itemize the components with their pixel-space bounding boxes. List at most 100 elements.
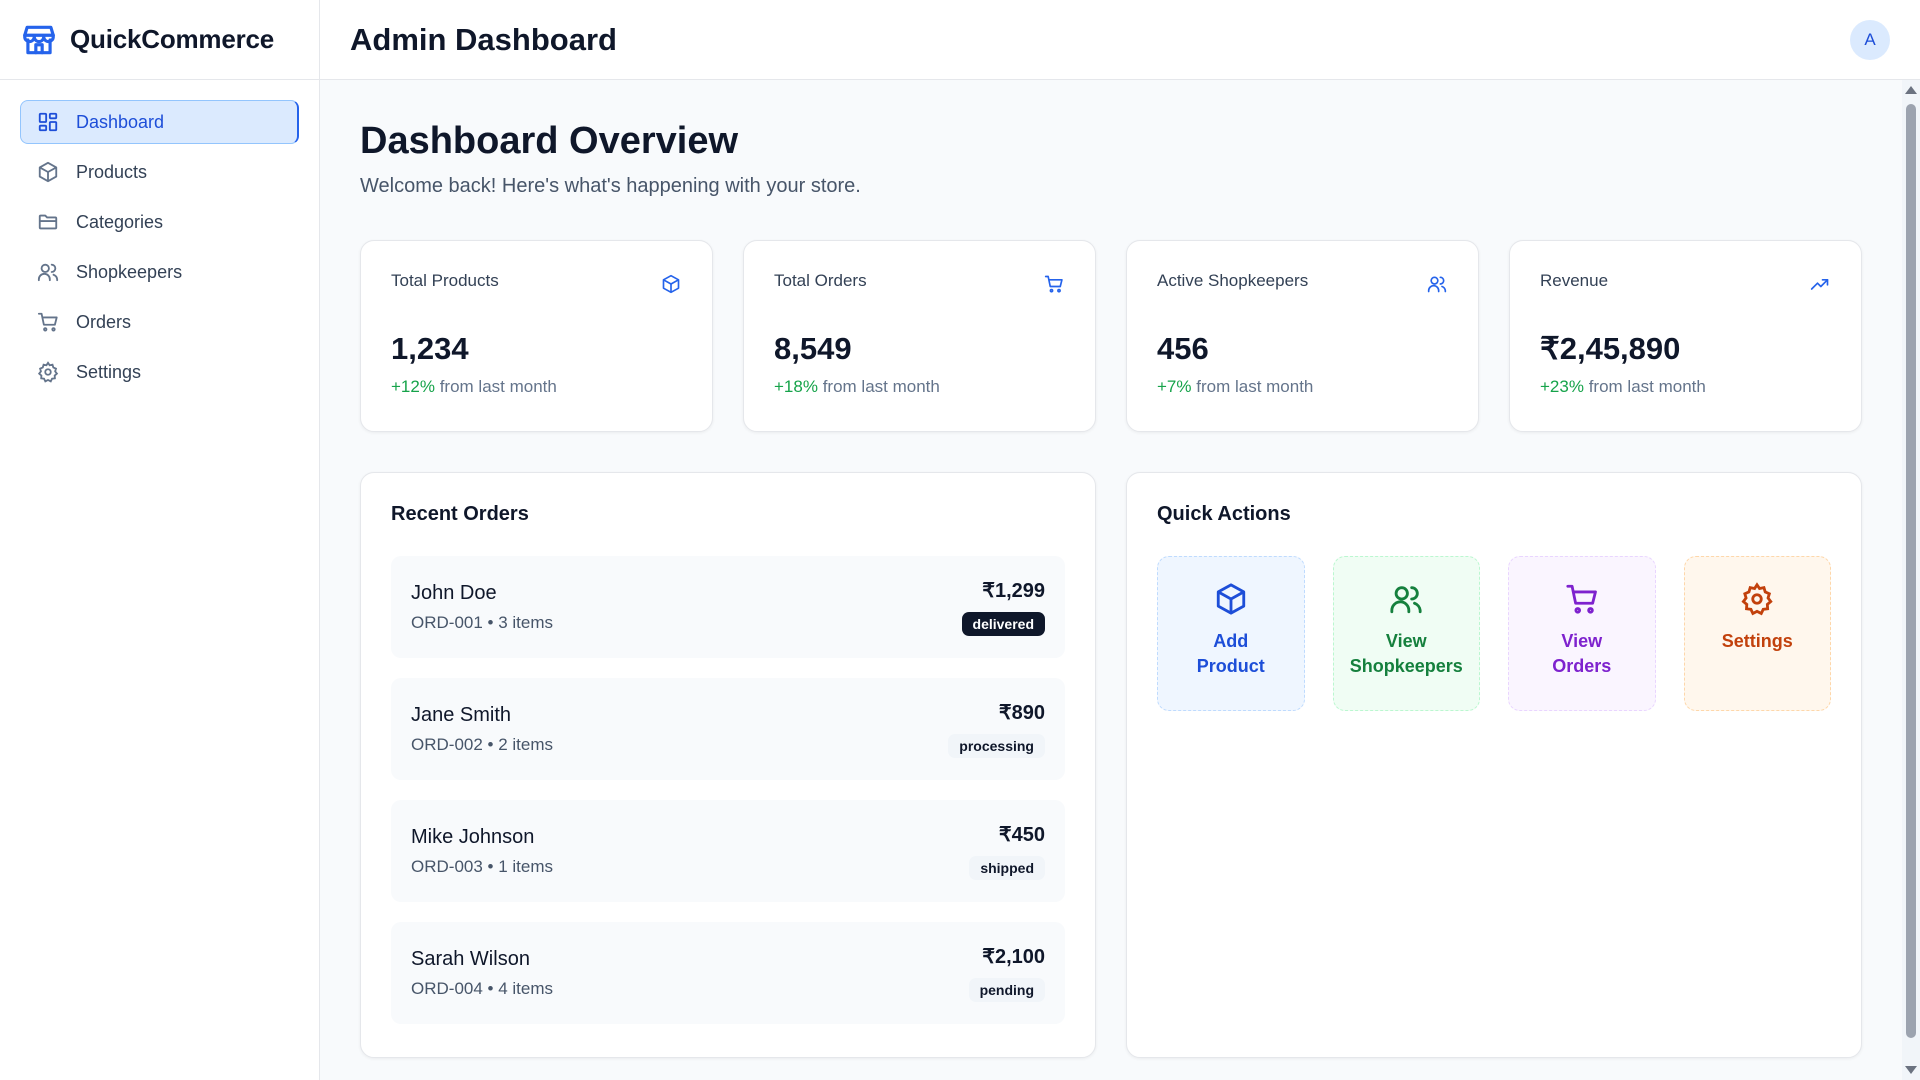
stat-change: +12% from last month (391, 377, 682, 397)
status-badge: processing (948, 734, 1045, 758)
recent-orders-title: Recent Orders (391, 503, 529, 525)
add-product-button[interactable]: Add Product (1157, 556, 1305, 711)
status-badge: delivered (961, 612, 1045, 636)
settings-button[interactable]: Settings (1683, 556, 1831, 711)
stat-change: +18% from last month (774, 377, 1065, 397)
users-icon (1388, 581, 1424, 617)
orders-list: John Doe ORD-001 • 3 items ₹1,299 delive… (391, 556, 1065, 1024)
quick-actions-panel: Quick Actions Add Product View Shopkeepers (1126, 472, 1862, 1058)
action-label: View Orders (1552, 631, 1612, 676)
scroll-up-arrow-icon[interactable] (1905, 86, 1917, 94)
status-badge: pending (968, 978, 1045, 1002)
sidebar-item-label: Shopkeepers (76, 261, 183, 282)
order-customer: John Doe (411, 582, 497, 604)
stat-change-percent: +23% (1540, 377, 1584, 396)
sidebar-item-settings[interactable]: Settings (20, 350, 299, 394)
vertical-scrollbar[interactable] (1902, 80, 1920, 1080)
package-icon (36, 160, 60, 184)
stat-change-suffix: from last month (1588, 377, 1706, 396)
users-icon (36, 260, 60, 284)
stat-change-percent: +18% (774, 377, 818, 396)
stat-value: ₹2,45,890 (1540, 331, 1681, 366)
order-meta: ORD-004 • 4 items (411, 979, 553, 998)
stat-change-percent: +7% (1157, 377, 1192, 396)
sidebar-item-label: Categories (76, 211, 164, 232)
order-amount: ₹890 (998, 702, 1045, 724)
package-icon (660, 273, 682, 295)
folder-icon (36, 210, 60, 234)
stat-label: Active Shopkeepers (1157, 271, 1309, 290)
sidebar: QuickCommerce Dashboard Products Categor… (0, 0, 320, 1080)
stat-change-suffix: from last month (1196, 377, 1314, 396)
main-content: Dashboard Overview Welcome back! Here's … (320, 80, 1900, 1080)
stat-change-suffix: from last month (439, 377, 557, 396)
scroll-down-arrow-icon[interactable] (1905, 1066, 1917, 1074)
action-label: Settings (1721, 631, 1793, 651)
stat-label: Total Products (391, 271, 499, 290)
brand-name: QuickCommerce (70, 24, 275, 54)
action-label: Add Product (1196, 631, 1265, 676)
layout-grid-icon (36, 110, 60, 134)
stat-change-suffix: from last month (822, 377, 940, 396)
quick-actions-grid: AddProduct ViewShopkeepers ViewOrders (1157, 556, 1831, 711)
list-item[interactable]: John Doe ORD-001 • 3 items ₹1,299 delive… (391, 556, 1065, 658)
sidebar-item-label: Settings (76, 361, 142, 382)
cart-icon (1564, 581, 1600, 617)
order-meta: ORD-001 • 3 items (411, 613, 553, 632)
order-customer: Jane Smith (411, 704, 512, 726)
stat-label: Revenue (1540, 271, 1609, 290)
lower-section: Recent Orders John Doe ORD-001 • 3 items… (360, 472, 1900, 1058)
sidebar-item-orders[interactable]: Orders (20, 300, 299, 344)
list-item[interactable]: Sarah Wilson ORD-004 • 4 items ₹2,100 pe… (391, 922, 1065, 1024)
stat-card-active-shopkeepers: Active Shopkeepers 456 +7% from last mon… (1126, 240, 1479, 432)
brand[interactable]: QuickCommerce (0, 0, 319, 80)
order-meta: ORD-003 • 1 items (411, 857, 553, 876)
quick-actions-title: Quick Actions (1157, 503, 1291, 525)
gear-icon (1739, 581, 1775, 617)
sidebar-item-dashboard[interactable]: Dashboard (20, 100, 299, 144)
view-orders-button[interactable]: View Orders (1508, 556, 1656, 711)
package-icon (1213, 581, 1249, 617)
sidebar-item-products[interactable]: Products (20, 150, 299, 194)
action-label: View Shopkeepers (1349, 631, 1463, 676)
trending-up-icon (1809, 273, 1831, 295)
view-shopkeepers-button[interactable]: View Shopkeepers (1332, 556, 1480, 711)
list-item[interactable]: Mike Johnson ORD-003 • 1 items ₹450 ship… (391, 800, 1065, 902)
stat-card-revenue: Revenue ₹2,45,890 +23% from last month (1509, 240, 1862, 432)
order-amount: ₹450 (998, 824, 1045, 846)
page-title: Admin Dashboard (350, 21, 617, 57)
order-amount: ₹2,100 (982, 946, 1045, 968)
stat-change-percent: +12% (391, 377, 435, 396)
sidebar-nav: Dashboard Products Categories Shopkeeper… (0, 80, 319, 394)
recent-orders-panel: Recent Orders John Doe ORD-001 • 3 items… (360, 472, 1096, 1058)
stat-change: +7% from last month (1157, 377, 1448, 397)
order-customer: Sarah Wilson (411, 948, 530, 970)
sidebar-item-label: Dashboard (76, 111, 165, 132)
stat-value: 8,549 (774, 331, 852, 366)
stat-card-total-orders: Total Orders 8,549 +18% from last month (743, 240, 1096, 432)
stat-card-total-products: Total Products 1,234 +12% from last mont… (360, 240, 713, 432)
cart-icon (1043, 273, 1065, 295)
avatar[interactable]: A (1850, 20, 1890, 60)
status-badge: shipped (969, 856, 1045, 880)
scrollbar-thumb[interactable] (1906, 104, 1916, 1038)
order-customer: Mike Johnson (411, 826, 535, 848)
top-header: Admin Dashboard A (320, 0, 1920, 80)
sidebar-item-label: Products (76, 161, 148, 182)
stats-row: Total Products 1,234 +12% from last mont… (360, 240, 1900, 432)
sidebar-item-label: Orders (76, 311, 132, 332)
order-amount: ₹1,299 (982, 580, 1045, 602)
gear-icon (36, 360, 60, 384)
sidebar-item-shopkeepers[interactable]: Shopkeepers (20, 250, 299, 294)
overview-subtitle: Welcome back! Here's what's happening wi… (360, 175, 861, 197)
store-icon (20, 21, 58, 59)
overview-title: Dashboard Overview (360, 120, 739, 162)
users-icon (1426, 273, 1448, 295)
cart-icon (36, 310, 60, 334)
stat-label: Total Orders (774, 271, 867, 290)
sidebar-item-categories[interactable]: Categories (20, 200, 299, 244)
list-item[interactable]: Jane Smith ORD-002 • 2 items ₹890 proces… (391, 678, 1065, 780)
stat-value: 1,234 (391, 331, 469, 366)
stat-value: 456 (1157, 331, 1209, 366)
stat-change: +23% from last month (1540, 377, 1831, 397)
